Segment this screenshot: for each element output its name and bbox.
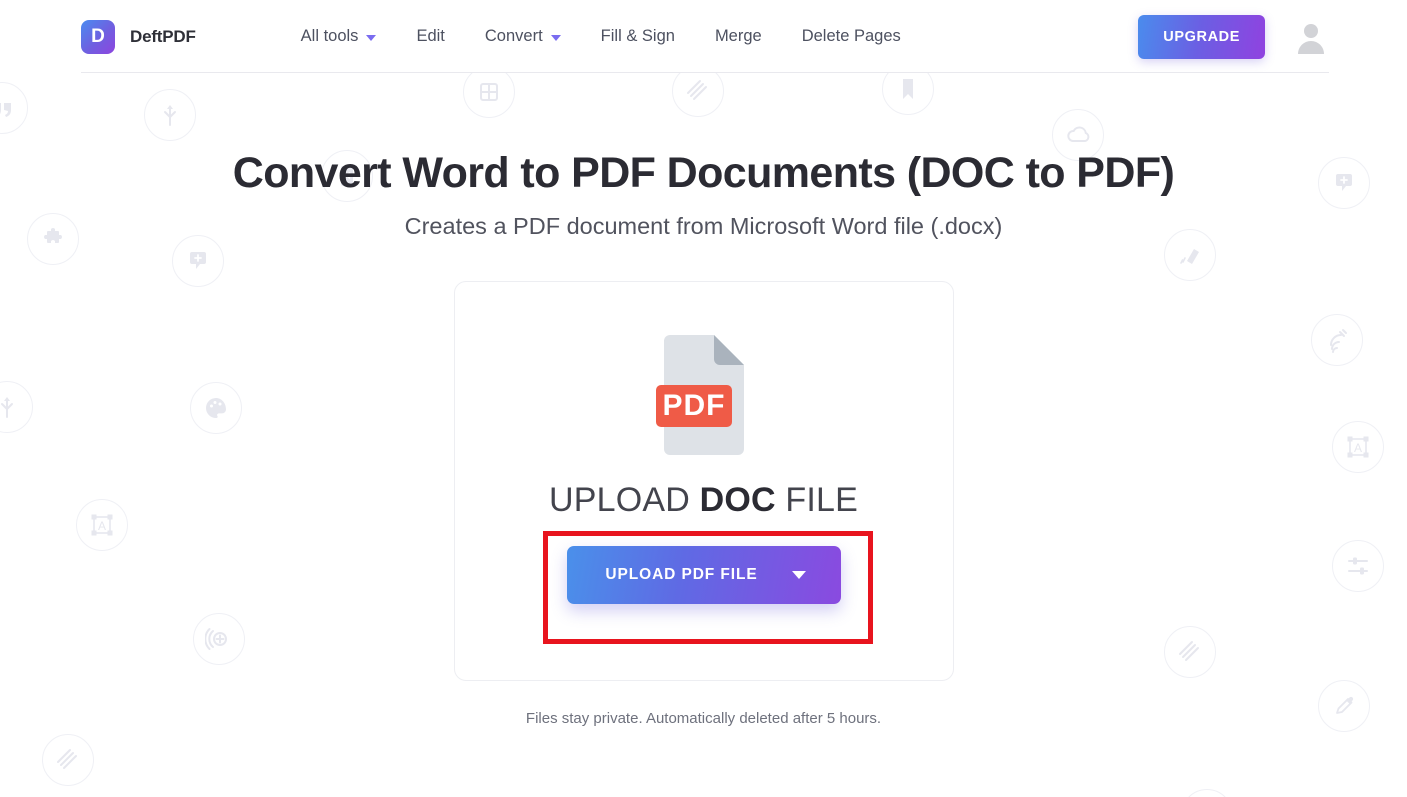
upload-heading: UPLOAD DOC FILE xyxy=(549,483,858,517)
upgrade-button[interactable]: UPGRADE xyxy=(1138,14,1265,59)
nav-label: Edit xyxy=(416,27,445,45)
upload-heading-prefix: UPLOAD xyxy=(548,481,700,520)
logo-letter: D xyxy=(91,25,105,47)
upload-card[interactable]: PDF UPLOAD DOC FILE UPLOAD PDF FILE xyxy=(453,281,954,682)
nav-item-merge[interactable]: Merge xyxy=(695,19,782,54)
chevron-down-icon xyxy=(366,34,377,41)
nav-item-edit[interactable]: Edit xyxy=(396,19,464,54)
header-divider xyxy=(81,72,1329,73)
brand-name: DeftPDF xyxy=(130,26,196,46)
main-navigation: All tools Edit Convert Fill & Sign Merge… xyxy=(281,19,921,54)
nav-label: Merge xyxy=(714,27,762,45)
nav-item-fill-and-sign[interactable]: Fill & Sign xyxy=(581,19,695,54)
chevron-down-icon[interactable] xyxy=(791,571,806,580)
page-title: Convert Word to PDF Documents (DOC to PD… xyxy=(232,149,1175,197)
gallery-icon xyxy=(1181,789,1233,797)
nav-label: All tools xyxy=(300,27,359,45)
main-content: Convert Word to PDF Documents (DOC to PD… xyxy=(0,73,1407,727)
deftpdf-logo-icon: D xyxy=(81,19,115,54)
svg-text:PDF: PDF xyxy=(662,389,725,422)
nav-item-all-tools[interactable]: All tools xyxy=(281,19,397,54)
upload-pdf-file-button[interactable]: UPLOAD PDF FILE xyxy=(566,546,841,605)
nav-label: Fill & Sign xyxy=(600,27,675,45)
upload-heading-strong: DOC xyxy=(699,481,776,520)
privacy-note: Files stay private. Automatically delete… xyxy=(525,710,882,728)
site-header: D DeftPDF All tools Edit Convert Fill & … xyxy=(0,0,1407,73)
chevron-down-icon xyxy=(550,34,561,41)
upload-button-container: UPLOAD PDF FILE xyxy=(566,546,841,605)
diagonal-icon xyxy=(42,734,94,786)
user-avatar-icon[interactable] xyxy=(1293,19,1329,55)
upload-heading-suffix: FILE xyxy=(775,481,859,520)
page-subtitle: Creates a PDF document from Microsoft Wo… xyxy=(404,213,1003,240)
nav-item-convert[interactable]: Convert xyxy=(465,19,581,54)
nav-label: Convert xyxy=(484,27,543,45)
pdf-file-icon: PDF xyxy=(655,333,752,457)
header-actions: UPGRADE xyxy=(1138,14,1329,59)
brand-logo-link[interactable]: D DeftPDF xyxy=(81,19,196,54)
nav-label: Delete Pages xyxy=(801,27,901,45)
nav-item-delete-pages[interactable]: Delete Pages xyxy=(782,19,921,54)
upload-button-label: UPLOAD PDF FILE xyxy=(605,566,758,584)
